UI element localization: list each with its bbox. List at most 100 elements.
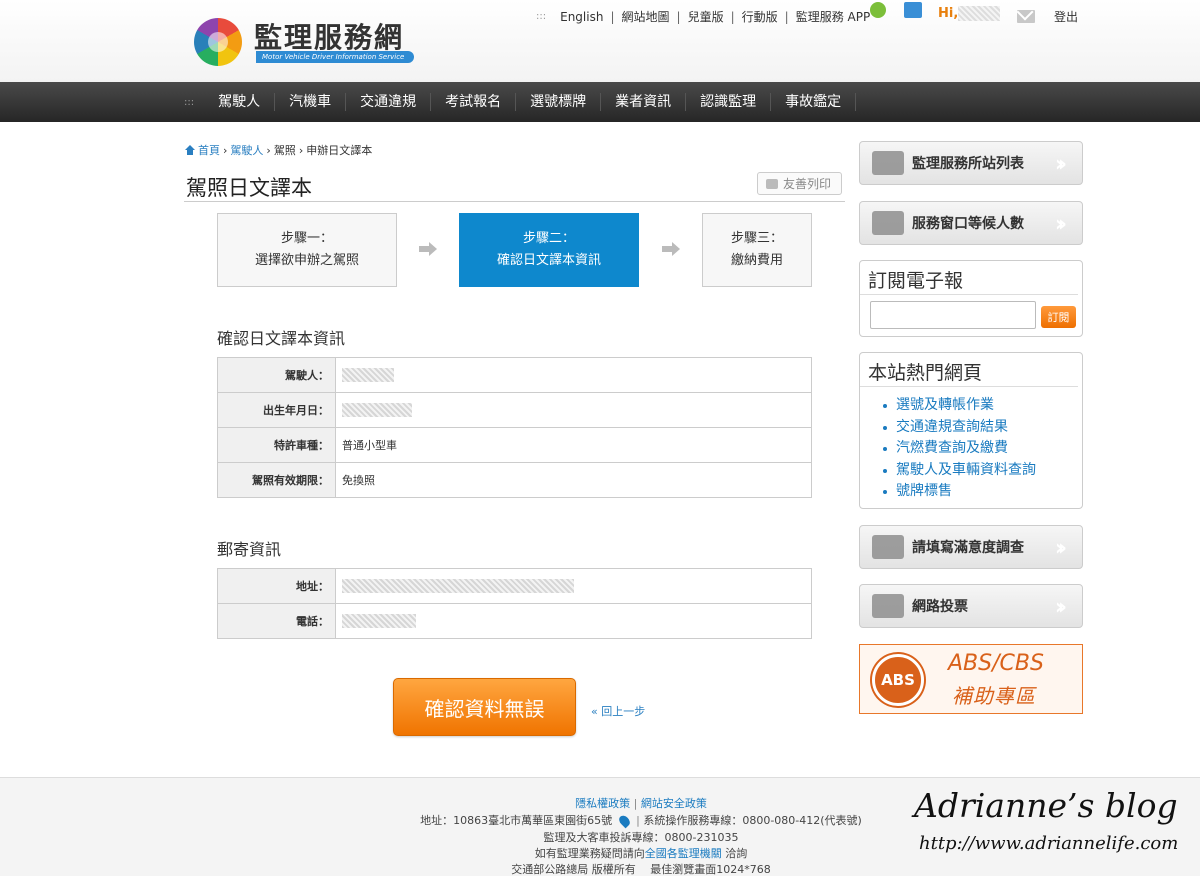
confirm-button[interactable]: 確認資料無誤 — [393, 678, 576, 736]
site-logo[interactable]: 監理服務網 Motor Vehicle Driver Information S… — [194, 14, 424, 70]
breadcrumb-driver[interactable]: 駕駛人 — [230, 142, 263, 158]
megaphone-icon — [872, 594, 904, 618]
row-value — [335, 392, 812, 428]
hot-pages-box: 本站熱門網頁 選號及轉帳作業 交通違規查詢結果 汽燃費查詢及繳費 駕駛人及車輛資… — [859, 352, 1083, 509]
step-2-label: 確認日文譯本資訊 — [496, 253, 601, 268]
abs-cbs-banner[interactable]: ABS ABS/CBS 補助專區 — [859, 644, 1083, 714]
breadcrumb-home[interactable]: 首頁 — [198, 142, 220, 158]
vote-label: 網路投票 — [912, 599, 968, 615]
link-app[interactable]: 監理服務 APP — [796, 8, 871, 25]
redacted-value — [342, 614, 416, 628]
step-3-number: 步驟三： — [730, 231, 783, 246]
list-item[interactable]: 駕駛人及車輛資料查詢 — [880, 460, 1082, 482]
nav-item-about[interactable]: 認識監理 — [686, 93, 772, 111]
row-label: 電話： — [217, 603, 336, 639]
step-2: 步驟二： 確認日文譯本資訊 — [459, 213, 639, 287]
step-1-number: 步驟一： — [280, 231, 333, 246]
redacted-value — [342, 403, 412, 417]
greeting: Hi, — [938, 6, 959, 21]
hot-pages-list: 選號及轉帳作業 交通違規查詢結果 汽燃費查詢及繳費 駕駛人及車輛資料查詢 號牌標… — [860, 387, 1082, 503]
step-3: 步驟三： 繳納費用 — [702, 213, 812, 287]
car-icon — [872, 151, 904, 175]
top-dots: ::: — [536, 11, 547, 22]
row-label: 出生年月日： — [217, 392, 336, 428]
people-icon — [872, 211, 904, 235]
logout-link[interactable]: 登出 — [1054, 8, 1078, 25]
survey-button[interactable]: 請填寫滿意度調查 ›› — [859, 525, 1083, 569]
breadcrumb-license: 駕照 — [273, 144, 296, 157]
subscribe-button[interactable]: 訂閱 — [1041, 306, 1076, 328]
print-label: 友善列印 — [783, 177, 832, 191]
agencies-link[interactable]: 全國各監理機關 — [645, 847, 722, 860]
confirm-section-title: 確認日文譯本資訊 — [217, 329, 346, 348]
table-row: 駕駛人： — [217, 357, 812, 393]
nav-item-plates[interactable]: 選號標牌 — [516, 93, 602, 111]
footer-copyright: 交通部公路總局 版權所有 最佳瀏覽畫面1024*768 — [511, 863, 771, 876]
vote-button[interactable]: 網路投票 ›› — [859, 584, 1083, 628]
queue-button[interactable]: 服務窗口等候人數 ›› — [859, 201, 1083, 245]
nav-item-violation[interactable]: 交通違規 — [346, 93, 432, 111]
step-arrow-icon — [419, 242, 437, 256]
list-item[interactable]: 選號及轉帳作業 — [880, 395, 1082, 417]
row-value — [335, 603, 812, 639]
nav-item-exam[interactable]: 考試報名 — [431, 93, 517, 111]
table-row: 電話： — [217, 603, 812, 639]
link-english[interactable]: English — [560, 10, 603, 24]
home-icon — [184, 144, 196, 156]
watermark-title: Adrianne’s blog — [914, 786, 1178, 825]
page-title: 駕照日文譯本 — [186, 176, 312, 200]
nav-item-driver[interactable]: 駕駛人 — [208, 93, 276, 111]
printer-icon — [766, 178, 778, 189]
step-2-number: 步驟二： — [522, 231, 575, 246]
station-list-label: 監理服務所站列表 — [912, 156, 1024, 172]
confirm-info-table: 駕駛人： 出生年月日： 特許車種： 普通小型車 駕照有效期限： 免換照 — [217, 357, 812, 498]
map-pin-icon[interactable] — [616, 813, 632, 829]
step-1-label: 選擇欲申辦之駕照 — [254, 253, 359, 268]
privacy-link[interactable]: 隱私權政策 — [575, 797, 630, 810]
double-chevron-icon: ›› — [1054, 151, 1067, 177]
clipboard-icon — [872, 535, 904, 559]
footer-hotline: 系統操作服務專線：0800-080-412(代表號) — [643, 814, 862, 827]
step-arrow-icon — [662, 242, 680, 256]
mail-icon[interactable] — [1017, 10, 1035, 23]
table-row: 特許車種： 普通小型車 — [217, 427, 812, 463]
back-link[interactable]: « 回上一步 — [591, 703, 645, 719]
station-list-button[interactable]: 監理服務所站列表 ›› — [859, 141, 1083, 185]
green-app-icon[interactable] — [870, 2, 886, 18]
abs-badge-icon: ABS — [872, 654, 924, 706]
nav-item-business[interactable]: 業者資訊 — [601, 93, 687, 111]
row-value: 普通小型車 — [335, 427, 812, 463]
top-links: ::: English | 網站地圖 | 兒童版 | 行動版 | 監理服務 AP… — [536, 8, 871, 25]
row-value — [335, 568, 812, 604]
link-mobile[interactable]: 行動版 — [742, 8, 778, 25]
step-1: 步驟一： 選擇欲申辦之駕照 — [217, 213, 397, 287]
nav-item-vehicle[interactable]: 汽機車 — [275, 93, 347, 111]
double-chevron-icon: ›› — [1054, 211, 1067, 237]
nav-item-accident[interactable]: 事故鑑定 — [771, 93, 857, 111]
logo-emblem-icon — [194, 18, 242, 66]
list-item[interactable]: 交通違規查詢結果 — [880, 417, 1082, 439]
site-header: 監理服務網 Motor Vehicle Driver Information S… — [0, 0, 1200, 82]
queue-label: 服務窗口等候人數 — [912, 216, 1024, 232]
security-link[interactable]: 網站安全政策 — [641, 797, 707, 810]
list-item[interactable]: 號牌標售 — [880, 481, 1082, 503]
link-kids[interactable]: 兒童版 — [688, 8, 724, 25]
row-label: 地址： — [217, 568, 336, 604]
subscribe-title: 訂閱電子報 — [860, 261, 1078, 295]
table-row: 駕照有效期限： 免換照 — [217, 462, 812, 498]
print-button[interactable]: 友善列印 — [757, 172, 842, 195]
blue-app-icon[interactable] — [904, 2, 922, 18]
redacted-value — [342, 368, 394, 382]
step-3-label: 繳納費用 — [730, 253, 783, 268]
subscribe-email-input[interactable] — [870, 301, 1036, 329]
survey-label: 請填寫滿意度調查 — [912, 540, 1024, 556]
table-row: 出生年月日： — [217, 392, 812, 428]
list-item[interactable]: 汽燃費查詢及繳費 — [880, 438, 1082, 460]
row-label: 駕照有效期限： — [217, 462, 336, 498]
breadcrumb-current: 申辦日文譯本 — [306, 144, 373, 157]
breadcrumb: 首頁 › 駕駛人 › 駕照 › 申辦日文譯本 — [184, 142, 372, 158]
double-chevron-icon: ›› — [1054, 535, 1067, 561]
link-sitemap[interactable]: 網站地圖 — [622, 8, 670, 25]
table-row: 地址： — [217, 568, 812, 604]
username-redacted — [958, 6, 1000, 21]
